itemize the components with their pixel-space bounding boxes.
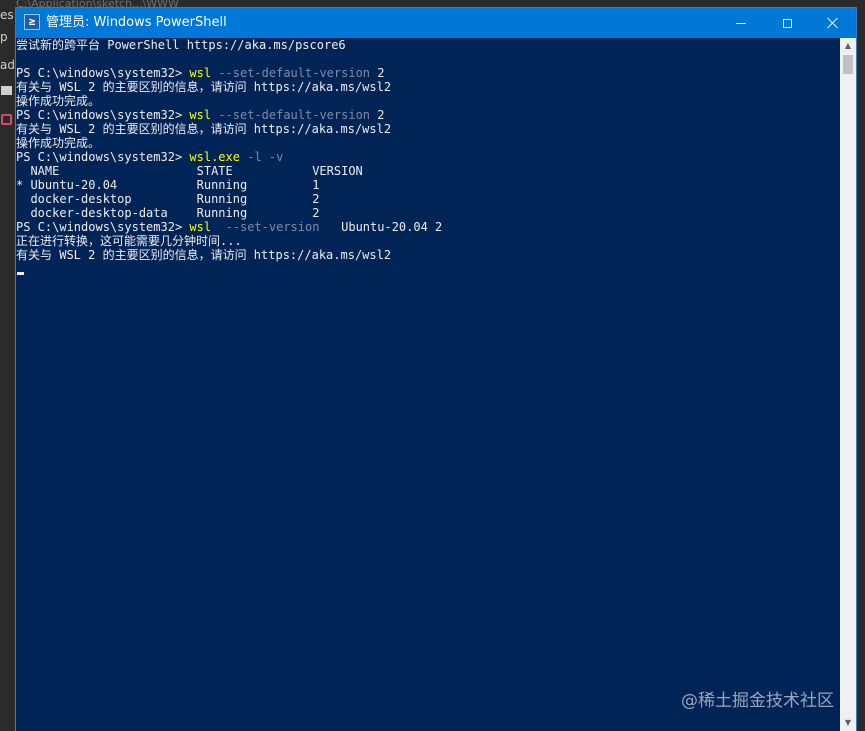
console-output[interactable]: 尝试新的跨平台 PowerShell https://aka.ms/pscore… [16,38,840,731]
console-line: PS C:\windows\system32> wsl --set-defaul… [16,66,384,80]
console-text: 尝试新的跨平台 PowerShell https://aka.ms/pscore… [16,38,346,52]
command: wsl [189,108,212,122]
text-cursor [17,272,24,275]
powershell-icon: ≥ [24,14,40,30]
console-line: NAME STATE VERSION [16,164,363,178]
console-line: 尝试新的跨平台 PowerShell https://aka.ms/pscore… [16,38,346,52]
console-line: docker-desktop Running 2 [16,192,319,206]
command-parameter: --set-default-version [211,108,371,122]
powershell-window: ≥ 管理员: Windows PowerShell 尝试新的跨平台 PowerS… [16,8,856,731]
table-header: NAME STATE VERSION [16,164,363,178]
maximize-button[interactable] [764,8,810,38]
console-line: docker-desktop-data Running 2 [16,206,319,220]
folder-icon [1,86,12,95]
background-right-strip [856,8,865,731]
console-text: 操作成功完成。 [16,94,101,108]
command-parameter: -l -v [239,150,284,164]
minimize-icon [736,22,746,24]
command: wsl [189,66,212,80]
background-fragment: ad [0,58,15,72]
console-text: 有关与 WSL 2 的主要区别的信息，请访问 https://aka.ms/ws… [16,248,392,262]
command-argument: Ubuntu-20.04 2 [319,220,443,234]
table-row: docker-desktop Running 2 [16,192,320,206]
scroll-thumb[interactable] [843,55,853,74]
console-text: 正在进行转换，这可能需要几分钟时间... [16,234,242,248]
console-line: 操作成功完成。 [16,94,100,108]
prompt: PS C:\windows\system32> [16,150,190,164]
console-text: 有关与 WSL 2 的主要区别的信息，请访问 https://aka.ms/ws… [16,80,392,94]
console-line: * Ubuntu-20.04 Running 1 [16,178,319,192]
command-argument: 2 [370,108,385,122]
maximize-icon [782,18,792,28]
scroll-down-arrow-icon[interactable]: ▼ [840,715,856,731]
background-top-strip: C:\Application\sketch...\WWW [16,0,865,8]
command-parameter: --set-version [211,220,320,234]
vertical-scrollbar[interactable]: ▲ ▼ [840,38,856,731]
prompt: PS C:\windows\system32> [16,108,190,122]
console-line: 正在进行转换，这可能需要几分钟时间... [16,234,242,248]
close-icon [827,17,839,29]
console-line: PS C:\windows\system32> wsl --set-defaul… [16,108,384,122]
background-editor-strip: es p ad [0,0,16,731]
background-fragment: p [0,30,8,44]
console-line: 有关与 WSL 2 的主要区别的信息，请访问 https://aka.ms/ws… [16,80,391,94]
prompt: PS C:\windows\system32> [16,66,190,80]
table-row: docker-desktop-data Running 2 [16,206,320,220]
console-line: PS C:\windows\system32> wsl --set-versio… [16,220,442,234]
close-button[interactable] [810,8,856,38]
title-bar[interactable]: ≥ 管理员: Windows PowerShell [16,8,856,38]
minimize-button[interactable] [718,8,764,38]
command-argument: 2 [370,66,385,80]
console-text: 操作成功完成。 [16,136,101,150]
console-line: 操作成功完成。 [16,136,100,150]
watermark: @稀土掘金技术社区 [681,691,834,711]
console-text: 有关与 WSL 2 的主要区别的信息，请访问 https://aka.ms/ws… [16,122,392,136]
extension-icon [1,114,12,125]
command-parameter: --set-default-version [211,66,371,80]
table-row: * Ubuntu-20.04 Running 1 [16,178,320,192]
console-line: 有关与 WSL 2 的主要区别的信息，请访问 https://aka.ms/ws… [16,122,391,136]
scroll-up-arrow-icon[interactable]: ▲ [840,38,856,54]
command: wsl [189,220,212,234]
console-line: PS C:\windows\system32> wsl.exe -l -v [16,150,283,164]
prompt: PS C:\windows\system32> [16,220,190,234]
background-fragment: es [0,8,14,22]
command: wsl.exe [189,150,240,164]
window-title: 管理员: Windows PowerShell [46,15,227,30]
console-line: 有关与 WSL 2 的主要区别的信息，请访问 https://aka.ms/ws… [16,248,391,262]
